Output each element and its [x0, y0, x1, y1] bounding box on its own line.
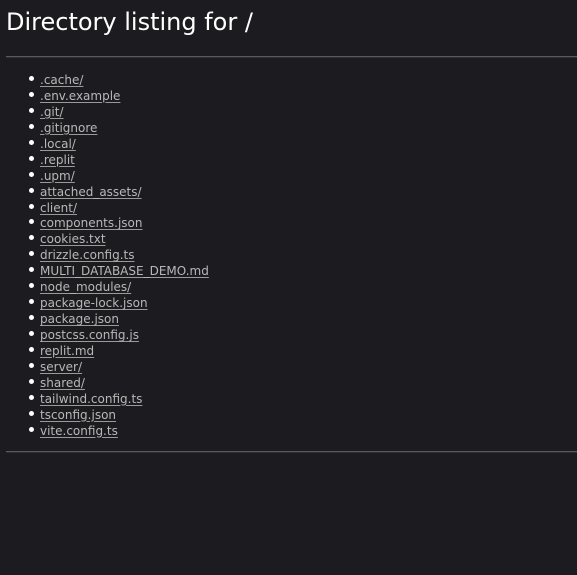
list-item: server/: [0, 358, 209, 374]
list-item: replit.md: [0, 342, 209, 358]
bullet-icon: [29, 299, 34, 305]
bullet-icon: [29, 346, 34, 352]
bullet-icon: [29, 187, 34, 193]
file-link[interactable]: package.json: [40, 312, 119, 326]
top-divider: [6, 56, 577, 58]
bullet-icon: [29, 171, 34, 177]
list-item: cookies.txt: [0, 230, 209, 246]
list-item: .cache/: [0, 71, 209, 87]
list-item: client/: [0, 199, 209, 215]
file-link[interactable]: .replit: [40, 153, 75, 167]
bullet-icon: [29, 219, 34, 225]
list-item: postcss.config.js: [0, 326, 209, 342]
list-item: .replit: [0, 151, 209, 167]
bullet-icon: [29, 426, 34, 432]
bullet-icon: [29, 394, 34, 400]
list-item: package.json: [0, 310, 209, 326]
file-link[interactable]: MULTI_DATABASE_DEMO.md: [40, 264, 209, 278]
bullet-icon: [29, 203, 34, 209]
folder-link[interactable]: client/: [40, 201, 77, 215]
file-link[interactable]: tailwind.config.ts: [40, 392, 142, 406]
folder-link[interactable]: .upm/: [40, 169, 75, 183]
folder-link[interactable]: .cache/: [40, 73, 83, 87]
bullet-icon: [29, 139, 34, 145]
bullet-icon: [29, 251, 34, 257]
directory-listing-page: Directory listing for / .cache/ .env.exam…: [0, 0, 577, 575]
bullet-icon: [29, 410, 34, 416]
folder-link[interactable]: shared/: [40, 376, 85, 390]
file-link[interactable]: tsconfig.json: [40, 408, 116, 422]
bullet-icon: [29, 283, 34, 289]
page-title: Directory listing for /: [6, 8, 253, 36]
file-link[interactable]: package-lock.json: [40, 296, 148, 310]
bullet-icon: [29, 155, 34, 161]
bullet-icon: [29, 235, 34, 241]
list-item: vite.config.ts: [0, 422, 209, 438]
bullet-icon: [29, 267, 34, 273]
list-item: node_modules/: [0, 278, 209, 294]
list-item: .gitignore: [0, 119, 209, 135]
file-link[interactable]: postcss.config.js: [40, 328, 139, 342]
file-link[interactable]: components.json: [40, 216, 143, 230]
list-item: drizzle.config.ts: [0, 246, 209, 262]
list-item: shared/: [0, 374, 209, 390]
list-item: attached_assets/: [0, 183, 209, 199]
folder-link[interactable]: node_modules/: [40, 280, 131, 294]
bullet-icon: [29, 107, 34, 113]
folder-link[interactable]: attached_assets/: [40, 185, 142, 199]
file-link[interactable]: replit.md: [40, 344, 94, 358]
bullet-icon: [29, 76, 34, 81]
list-item: components.json: [0, 214, 209, 230]
folder-link[interactable]: .git/: [40, 105, 64, 119]
file-link[interactable]: vite.config.ts: [40, 424, 118, 438]
bottom-divider: [6, 451, 577, 453]
list-item: .git/: [0, 103, 209, 119]
list-item: .local/: [0, 135, 209, 151]
folder-link[interactable]: server/: [40, 360, 82, 374]
list-item: .upm/: [0, 167, 209, 183]
list-item: tailwind.config.ts: [0, 390, 209, 406]
file-link[interactable]: .env.example: [40, 89, 120, 103]
list-item: package-lock.json: [0, 294, 209, 310]
list-item: MULTI_DATABASE_DEMO.md: [0, 262, 209, 278]
file-link[interactable]: .gitignore: [40, 121, 97, 135]
file-link[interactable]: cookies.txt: [40, 232, 106, 246]
list-item: tsconfig.json: [0, 406, 209, 422]
bullet-icon: [29, 378, 34, 384]
folder-link[interactable]: .local/: [40, 137, 76, 151]
list-item: .env.example: [0, 87, 209, 103]
file-link[interactable]: drizzle.config.ts: [40, 248, 135, 262]
file-list: .cache/ .env.example .git/ .gitignore .local…: [0, 71, 209, 438]
bullet-icon: [29, 91, 34, 97]
bullet-icon: [29, 331, 34, 336]
bullet-icon: [29, 362, 34, 368]
bullet-icon: [29, 315, 34, 321]
bullet-icon: [29, 123, 34, 129]
